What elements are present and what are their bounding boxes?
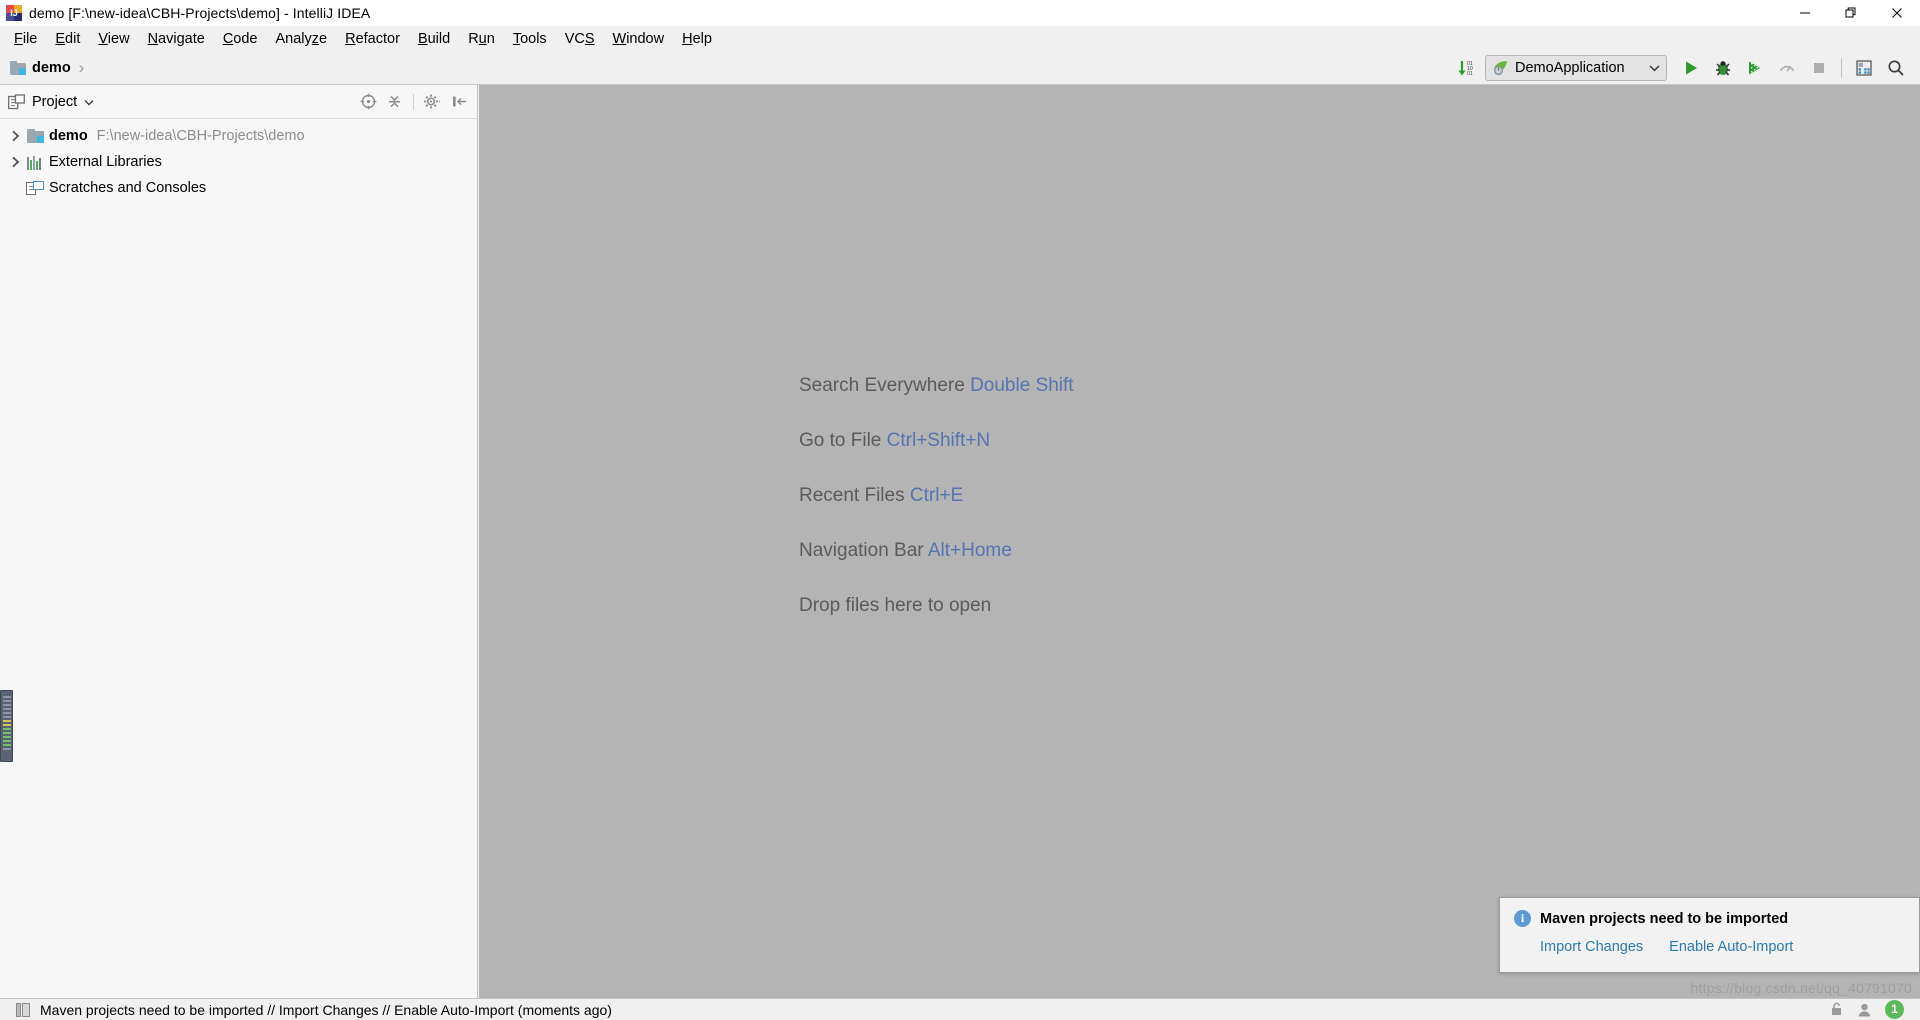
window-title: demo [F:\new-idea\CBH-Projects\demo] - I… (29, 4, 371, 21)
menu-view[interactable]: View (89, 28, 138, 50)
menu-window[interactable]: Window (604, 28, 674, 50)
scratches-icon (26, 180, 44, 196)
search-icon[interactable] (1880, 54, 1912, 82)
project-panel-actions (356, 90, 471, 114)
title-bar: IJ demo [F:\new-idea\CBH-Projects\demo] … (0, 0, 1920, 26)
breadcrumb-separator: › (78, 58, 85, 77)
minimize-window-button[interactable] (1782, 0, 1828, 26)
chevron-down-icon (1649, 59, 1660, 77)
menu-vcs[interactable]: VCS (556, 28, 604, 50)
tree-row[interactable]: Scratches and Consoles (0, 175, 477, 201)
menu-help[interactable]: Help (673, 28, 721, 50)
menu-analyze[interactable]: Analyze (267, 28, 337, 50)
notification-header: i Maven projects need to be imported (1514, 910, 1905, 927)
project-folder-icon (26, 129, 44, 143)
menu-refactor[interactable]: Refactor (336, 28, 409, 50)
menu-bar: File Edit View Navigate Code Analyze Ref… (0, 26, 1920, 52)
import-changes-link[interactable]: Import Changes (1540, 939, 1643, 955)
navigation-bar: demo › 01 10 01 DemoApplication (0, 52, 1920, 85)
hint-action: Drop files here to open (799, 595, 992, 616)
welcome-hint-recent-files: Recent Files Ctrl+E (799, 485, 1074, 507)
intellij-idea-logo-icon: IJ (6, 4, 22, 21)
welcome-hint-go-to-file: Go to File Ctrl+Shift+N (799, 430, 1074, 452)
run-button[interactable] (1675, 54, 1707, 82)
hint-shortcut: Ctrl+E (909, 485, 964, 506)
breadcrumb-item-demo[interactable]: demo (32, 60, 71, 76)
main-toolbar-actions: 01 10 01 DemoApplication (1451, 54, 1920, 82)
project-view-icon (8, 93, 25, 110)
close-window-button[interactable] (1874, 0, 1920, 26)
tree-row[interactable]: demo F:\new-idea\CBH-Projects\demo (0, 123, 477, 149)
hint-shortcut: Double Shift (970, 375, 1074, 396)
chevron-right-icon[interactable] (4, 156, 26, 168)
project-tree: demo F:\new-idea\CBH-Projects\demo Exter… (0, 119, 477, 201)
intellij-idea-window: IJ demo [F:\new-idea\CBH-Projects\demo] … (0, 0, 1920, 1020)
chevron-right-icon[interactable] (4, 130, 26, 142)
menu-file-rest: ile (22, 31, 38, 47)
maven-import-notification: i Maven projects need to be imported Imp… (1499, 897, 1920, 973)
menu-navigate[interactable]: Navigate (139, 28, 214, 50)
panel-actions-divider (413, 93, 414, 110)
hint-action: Navigation Bar (799, 540, 924, 561)
notification-actions: Import Changes Enable Auto-Import (1514, 939, 1905, 955)
project-tool-window: Project demo F:\new-idea\CBH-Projects\de… (0, 85, 478, 998)
collapse-all-icon[interactable] (382, 90, 406, 114)
crosshair-icon[interactable] (356, 90, 380, 114)
status-bar-right: 1 (1830, 1000, 1912, 1019)
svg-text:01: 01 (1467, 71, 1473, 77)
hint-action: Search Everywhere (799, 375, 965, 396)
toolbar-divider (1841, 58, 1842, 78)
tree-item-label-scratches-and-consoles: Scratches and Consoles (49, 180, 207, 196)
spring-boot-icon (1491, 59, 1509, 77)
person-icon[interactable] (1858, 1003, 1871, 1017)
profile-button[interactable] (1771, 54, 1803, 82)
menu-code[interactable]: Code (214, 28, 267, 50)
project-folder-icon (10, 61, 26, 75)
stop-button[interactable] (1803, 54, 1835, 82)
tree-item-label-demo: demo (49, 128, 88, 144)
menu-tools[interactable]: Tools (504, 28, 556, 50)
menu-edit[interactable]: Edit (46, 28, 89, 50)
database-icon[interactable] (1848, 54, 1880, 82)
external-libraries-icon (26, 155, 44, 170)
chevron-down-icon[interactable] (84, 93, 94, 111)
coverage-button[interactable] (1739, 54, 1771, 82)
welcome-hints: Search Everywhere Double Shift Go to Fil… (799, 375, 1074, 650)
gear-icon[interactable] (421, 90, 445, 114)
welcome-hint-search-everywhere: Search Everywhere Double Shift (799, 375, 1074, 397)
download-binary-icon[interactable]: 01 10 01 (1451, 54, 1483, 82)
tree-row[interactable]: External Libraries (0, 149, 477, 175)
menu-file[interactable]: File (5, 28, 46, 50)
editor-area[interactable]: Search Everywhere Double Shift Go to Fil… (479, 85, 1920, 998)
run-configuration-selector[interactable]: DemoApplication (1485, 55, 1667, 81)
welcome-hint-drop-files: Drop files here to open (799, 595, 1074, 617)
hint-shortcut: Alt+Home (927, 540, 1012, 561)
project-panel-header: Project (0, 85, 477, 119)
enable-auto-import-link[interactable]: Enable Auto-Import (1669, 939, 1793, 955)
debug-button[interactable] (1707, 54, 1739, 82)
info-icon: i (1514, 910, 1531, 927)
restore-window-button[interactable] (1828, 0, 1874, 26)
event-log-icon[interactable] (16, 1002, 31, 1017)
notification-count-badge[interactable]: 1 (1885, 1000, 1904, 1019)
watermark-text: https://blog.csdn.net/qq_40791070 (1690, 980, 1912, 996)
hint-action: Recent Files (799, 485, 905, 506)
menu-build[interactable]: Build (409, 28, 459, 50)
tree-item-path-demo: F:\new-idea\CBH-Projects\demo (96, 128, 305, 144)
lock-icon[interactable] (1830, 1002, 1844, 1017)
status-bar: Maven projects need to be imported // Im… (0, 998, 1920, 1020)
notification-title: Maven projects need to be imported (1540, 910, 1789, 927)
window-controls (1782, 0, 1920, 26)
menu-run[interactable]: Run (459, 28, 504, 50)
left-edge-tool-strip[interactable] (0, 690, 13, 762)
hint-shortcut: Ctrl+Shift+N (886, 430, 991, 451)
hint-action: Go to File (799, 430, 882, 451)
welcome-hint-navigation-bar: Navigation Bar Alt+Home (799, 540, 1074, 562)
run-configuration-name: DemoApplication (1515, 60, 1625, 76)
hide-left-icon[interactable] (447, 90, 471, 114)
tree-item-label-external-libraries: External Libraries (49, 154, 162, 170)
project-panel-title: Project (32, 93, 78, 110)
status-message[interactable]: Maven projects need to be imported // Im… (40, 1002, 612, 1018)
breadcrumb[interactable]: demo › (0, 58, 84, 78)
